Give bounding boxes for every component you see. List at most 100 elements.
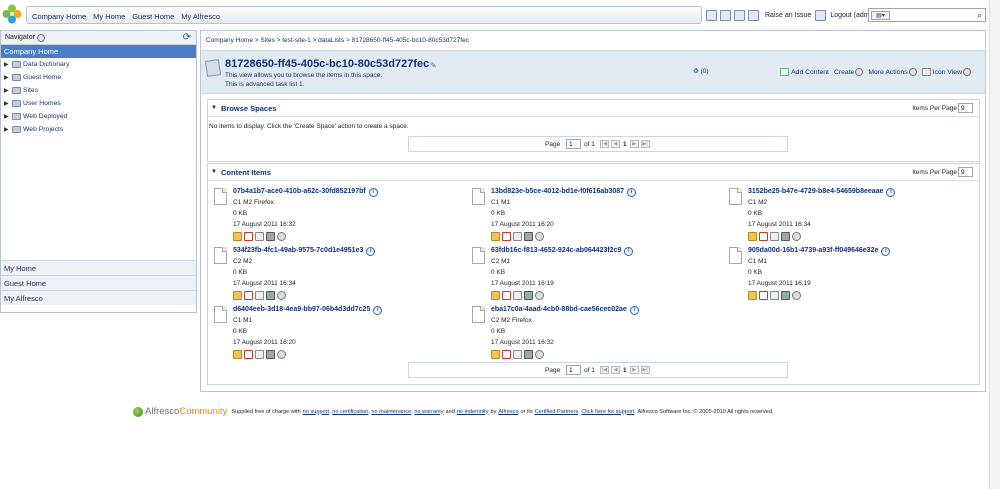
- expand-icon[interactable]: ▶: [4, 74, 9, 81]
- breadcrumb[interactable]: Company Home > Sites > test-site-1 > dat…: [206, 37, 469, 44]
- nav-my-alfresco[interactable]: My Alfresco: [176, 7, 220, 21]
- document-icon[interactable]: [214, 247, 227, 264]
- search-input[interactable]: [893, 9, 971, 21]
- logout-icon[interactable]: [815, 9, 827, 21]
- edit-icon[interactable]: [748, 291, 757, 300]
- user-profile-icon[interactable]: [720, 9, 731, 21]
- more-actions-icon[interactable]: [535, 350, 544, 359]
- expand-icon[interactable]: ▶: [4, 126, 9, 133]
- content-items-title[interactable]: Content Items: [221, 168, 271, 177]
- tree-item-data-dictionary[interactable]: ▶ Data Dictionary: [1, 58, 196, 71]
- navigator-dropdown-icon[interactable]: [37, 34, 45, 42]
- info-icon[interactable]: i: [373, 306, 383, 315]
- last-page-icon[interactable]: ▶|: [640, 366, 650, 374]
- prev-page-icon[interactable]: ◀: [611, 140, 620, 148]
- content-item-name[interactable]: 905da00d-16b1-4739-a93f-ff049646e32e i: [748, 247, 891, 256]
- more-actions-icon[interactable]: [277, 291, 286, 300]
- delete-icon[interactable]: [266, 291, 275, 300]
- update-icon[interactable]: [502, 232, 511, 241]
- edit-icon[interactable]: [491, 232, 500, 241]
- delete-icon[interactable]: [524, 232, 533, 241]
- view-dropdown-icon[interactable]: [963, 68, 971, 76]
- add-content-button[interactable]: Add Content: [791, 69, 829, 76]
- edit-icon[interactable]: [491, 350, 500, 359]
- items-per-page-input[interactable]: 9: [958, 167, 973, 177]
- info-icon[interactable]: i: [627, 188, 637, 197]
- copy-icon[interactable]: [770, 291, 779, 300]
- vertical-scrollbar[interactable]: [989, 0, 1000, 489]
- footer-link-no-maintenance[interactable]: no maintenance: [371, 409, 411, 415]
- items-per-page-input[interactable]: 9: [958, 103, 973, 113]
- last-page-icon[interactable]: ▶|: [640, 140, 650, 148]
- next-page-icon[interactable]: ▶: [629, 366, 639, 374]
- footer-link-no-warranty[interactable]: no warranty: [414, 409, 443, 415]
- tree-item-web-projects[interactable]: ▶ Web Projects: [1, 123, 196, 136]
- nav-company-home[interactable]: Company Home: [27, 7, 86, 21]
- expand-icon[interactable]: ▶: [4, 100, 9, 107]
- expand-icon[interactable]: ▶: [4, 61, 9, 68]
- footer-link-no-certification[interactable]: no certification: [332, 409, 368, 415]
- rss-count[interactable]: ♻ (0): [693, 67, 709, 75]
- browse-spaces-title[interactable]: Browse Spaces: [221, 104, 276, 113]
- add-content-icon[interactable]: [780, 68, 790, 76]
- delete-icon[interactable]: [524, 350, 533, 359]
- update-icon[interactable]: [244, 232, 253, 241]
- copy-icon[interactable]: [513, 350, 522, 359]
- more-actions-dropdown-icon[interactable]: [908, 68, 917, 76]
- content-item-name[interactable]: 63fdb16c-f813-4652-924c-ab064423f2c9 i: [491, 247, 634, 256]
- copy-icon[interactable]: [513, 291, 522, 300]
- document-icon[interactable]: [472, 247, 485, 264]
- content-item-name[interactable]: 3152be25-b47e-4729-b8e4-54659b8eeaae i: [748, 188, 896, 197]
- footer-link-alfresco[interactable]: Alfresco: [498, 409, 518, 415]
- info-icon[interactable]: i: [368, 188, 378, 197]
- copy-icon[interactable]: [770, 232, 779, 241]
- edit-icon[interactable]: [233, 291, 242, 300]
- info-icon[interactable]: i: [881, 247, 891, 256]
- nav-guest-home[interactable]: Guest Home: [127, 7, 174, 21]
- edit-icon[interactable]: [233, 350, 242, 359]
- navigator-selected-company-home[interactable]: Company Home: [1, 45, 196, 58]
- shelf-my-home[interactable]: My Home: [1, 260, 196, 275]
- search-icon[interactable]: ⌕: [977, 10, 982, 20]
- content-item-name[interactable]: eba17c0a-4aad-4cb0-88bd-cae56cec02ae i: [491, 306, 639, 315]
- more-actions-icon[interactable]: [277, 232, 286, 241]
- copy-icon[interactable]: [255, 232, 264, 241]
- content-item-name[interactable]: 534f23fb-4fc1-49ab-9575-7c0d1e4951e3 i: [233, 247, 376, 256]
- footer-link-no-support[interactable]: no support: [303, 409, 329, 415]
- update-icon[interactable]: [502, 350, 511, 359]
- footer-link-support[interactable]: Click here for support: [581, 409, 634, 415]
- create-dropdown-icon[interactable]: [855, 68, 864, 76]
- raise-issue-link[interactable]: Raise an Issue: [765, 12, 811, 19]
- more-actions-icon[interactable]: [535, 232, 544, 241]
- collapse-icon[interactable]: ▼: [211, 105, 217, 111]
- help-icon[interactable]: [734, 9, 745, 21]
- clipboard-icon[interactable]: [748, 9, 759, 21]
- view-button[interactable]: Icon View: [933, 69, 962, 76]
- more-actions-icon[interactable]: [792, 291, 801, 300]
- info-icon[interactable]: i: [886, 188, 896, 197]
- document-icon[interactable]: [214, 188, 227, 205]
- search-options-dropdown[interactable]: ▤▾: [871, 11, 890, 20]
- delete-icon[interactable]: [781, 291, 790, 300]
- document-icon[interactable]: [729, 247, 742, 264]
- delete-icon[interactable]: [524, 291, 533, 300]
- page-input[interactable]: 1: [566, 365, 581, 375]
- info-icon[interactable]: i: [366, 247, 376, 256]
- document-icon[interactable]: [214, 306, 227, 323]
- copy-icon[interactable]: [513, 232, 522, 241]
- delete-icon[interactable]: [266, 350, 275, 359]
- tree-item-user-homes[interactable]: ▶ User Homes: [1, 97, 196, 110]
- delete-icon[interactable]: [266, 232, 275, 241]
- more-actions-icon[interactable]: [792, 232, 801, 241]
- content-item-name[interactable]: d6404eeb-3d18-4ea9-bb97-06b4d3dd7c25 i: [233, 306, 383, 315]
- first-page-icon[interactable]: |◀: [600, 366, 609, 374]
- refresh-icon[interactable]: ⟳: [183, 32, 191, 43]
- alfresco-logo[interactable]: [2, 4, 22, 24]
- footer-link-certified-partners[interactable]: Certified Partners: [535, 409, 579, 415]
- document-icon[interactable]: [729, 188, 742, 205]
- page-input[interactable]: 1: [566, 139, 581, 149]
- more-actions-icon[interactable]: [277, 350, 286, 359]
- shelf-my-alfresco[interactable]: My Alfresco: [1, 290, 196, 305]
- edit-icon[interactable]: [491, 291, 500, 300]
- content-item-name[interactable]: 13bd823e-b5ce-4012-bd1e-f0f616ab3087 i: [491, 188, 637, 197]
